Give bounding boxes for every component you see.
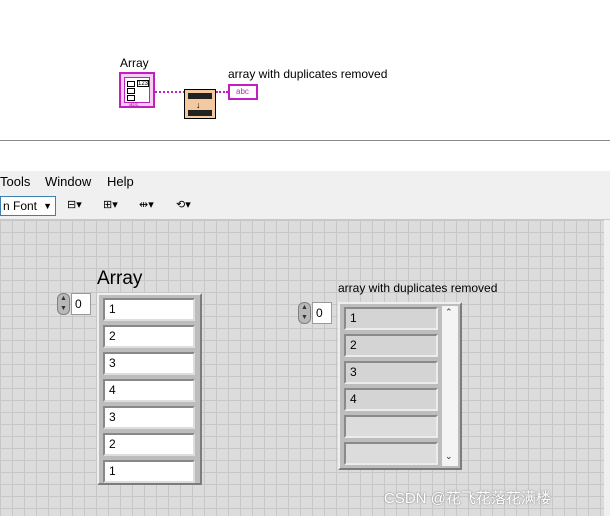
down-arrow-icon: ↓ xyxy=(196,100,201,110)
array-control-terminal[interactable]: 123 abc xyxy=(119,72,155,108)
array-element-empty xyxy=(344,442,438,465)
vi-icon-top xyxy=(188,93,212,99)
input-array-frame: 1 2 3 4 3 2 1 xyxy=(97,293,202,485)
font-dropdown-label: n Font xyxy=(3,199,38,213)
array-element: 2 xyxy=(344,334,438,357)
spin-down-icon: ▼ xyxy=(60,305,67,312)
array-terminal-icon: 123 xyxy=(124,77,150,103)
index-spinner[interactable]: ▲ ▼ xyxy=(298,302,311,324)
array-element[interactable]: 3 xyxy=(103,352,195,375)
string-type-tag: abc xyxy=(236,87,249,96)
menu-help[interactable]: Help xyxy=(107,174,134,189)
spin-down-icon: ▼ xyxy=(301,314,308,321)
menu-bar: Tools Window Help xyxy=(0,171,610,193)
index-value[interactable]: 0 xyxy=(312,302,332,324)
output-array-frame: 1 2 3 4 ⌃ ⌄ xyxy=(338,302,462,470)
reorder-icon[interactable]: ⟲▾ xyxy=(176,198,191,216)
array-element[interactable]: 2 xyxy=(103,325,195,348)
vi-icon-bottom xyxy=(188,110,212,116)
array-element[interactable]: 1 xyxy=(103,460,195,483)
menu-window[interactable]: Window xyxy=(45,174,91,189)
control-label[interactable]: Array xyxy=(120,56,149,70)
front-panel: Array ▲ ▼ 0 1 2 3 4 3 2 1 array with dup… xyxy=(0,220,610,516)
wire-in[interactable] xyxy=(155,91,185,93)
array-cell-icon xyxy=(127,81,135,87)
font-dropdown[interactable]: n Font ▼ xyxy=(0,196,56,216)
index-value[interactable]: 0 xyxy=(71,293,91,315)
spin-up-icon: ▲ xyxy=(60,295,67,302)
chevron-down-icon: ▼ xyxy=(43,201,52,211)
indicator-label[interactable]: array with duplicates removed xyxy=(228,67,387,81)
array-element: 4 xyxy=(344,388,438,411)
vertical-scrollbar[interactable]: ⌃ ⌄ xyxy=(442,306,458,466)
spin-up-icon: ▲ xyxy=(301,304,308,311)
output-array-label[interactable]: array with duplicates removed xyxy=(338,281,497,295)
string-type-tag: abc xyxy=(129,102,139,108)
array-element: 3 xyxy=(344,361,438,384)
array-element[interactable]: 1 xyxy=(103,298,195,321)
wire-out[interactable] xyxy=(216,91,228,93)
scroll-up-icon[interactable]: ⌃ xyxy=(445,307,453,318)
toolbar: n Font ▼ ⊟▾ ⊞▾ ⇹▾ ⟲▾ xyxy=(0,193,610,220)
menu-tools[interactable]: Tools xyxy=(0,174,30,189)
array-cell-icon xyxy=(127,88,135,94)
numeric-tag: 123 xyxy=(137,80,149,87)
array-element[interactable]: 4 xyxy=(103,379,195,402)
array-element[interactable]: 2 xyxy=(103,433,195,456)
array-cell-icon xyxy=(127,95,135,101)
align-objects-icon[interactable]: ⊟▾ xyxy=(67,198,82,216)
resize-objects-icon[interactable]: ⇹▾ xyxy=(139,198,154,216)
array-element[interactable]: 3 xyxy=(103,406,195,429)
panel-edge xyxy=(604,220,610,516)
distribute-objects-icon[interactable]: ⊞▾ xyxy=(103,198,118,216)
watermark: CSDN @花飞花落花满楼 xyxy=(384,490,551,507)
array-label[interactable]: Array xyxy=(97,268,142,290)
array-element-empty xyxy=(344,415,438,438)
block-diagram: Array 123 abc ↓ abc array with duplicate… xyxy=(0,0,610,140)
array-element: 1 xyxy=(344,307,438,330)
index-spinner[interactable]: ▲ ▼ xyxy=(57,293,70,315)
scroll-down-icon[interactable]: ⌄ xyxy=(445,451,453,462)
window-divider xyxy=(0,140,610,141)
remove-duplicates-vi[interactable]: ↓ xyxy=(184,89,216,119)
array-indicator-terminal[interactable]: abc xyxy=(228,84,258,100)
